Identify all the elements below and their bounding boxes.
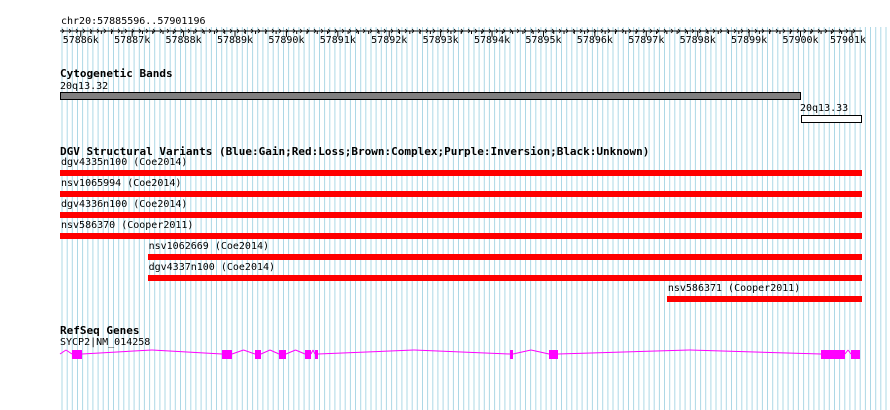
- variant-label: nsv586371 (Cooper2011): [667, 283, 801, 294]
- intron-line: [65, 349, 73, 355]
- exon-block: [279, 350, 286, 359]
- intron-line: [530, 349, 550, 355]
- variant-bar[interactable]: [666, 296, 862, 302]
- intron-line: [243, 349, 256, 355]
- exon-block: [851, 350, 860, 359]
- ruler-tick-label: 57895k: [525, 35, 562, 46]
- exon-block: [305, 350, 311, 359]
- cytoband-bar[interactable]: [60, 92, 801, 100]
- intron-line: [317, 349, 415, 355]
- ruler-tick-label: 57889k: [216, 35, 254, 46]
- ruler-tick-label: 57896k: [576, 35, 613, 46]
- ruler-tick-label: 57886k: [62, 35, 99, 46]
- ruler-tick-label: 57900k: [782, 35, 819, 46]
- variant-bar[interactable]: [60, 212, 862, 218]
- variant-label: nsv1065994 (Coe2014): [61, 178, 182, 189]
- coordinate-ruler[interactable]: [0, 0, 890, 60]
- cytoband-bar[interactable]: [800, 115, 862, 123]
- intron-line: [151, 349, 223, 355]
- intron-line: [844, 349, 849, 355]
- intron-line: [231, 349, 244, 355]
- track-title-cytogenetic-bands: Cytogenetic Bands: [60, 67, 173, 80]
- ruler-tick-label: 57894k: [473, 35, 511, 46]
- variant-bar[interactable]: [60, 233, 862, 239]
- exon-block: [315, 350, 318, 359]
- exon-block: [72, 350, 82, 359]
- intron-line: [285, 349, 296, 355]
- intron-line: [689, 349, 822, 355]
- ruler-tick-label: 57890k: [268, 35, 305, 46]
- variant-bar[interactable]: [60, 170, 862, 176]
- exon-block: [510, 350, 513, 359]
- intron-line: [557, 349, 690, 355]
- variant-label: nsv1062669 (Coe2014): [148, 241, 270, 252]
- exon-block: [821, 350, 845, 359]
- intron-line: [310, 349, 314, 355]
- track-title-refseq: RefSeq Genes: [60, 324, 140, 337]
- exon-block: [549, 350, 558, 359]
- intron-line: [847, 349, 852, 355]
- intron-line: [512, 349, 532, 355]
- ruler-tick-label: 57898k: [679, 35, 716, 46]
- variant-label: nsv586370 (Cooper2011): [61, 220, 194, 231]
- ruler-tick-label: 57887k: [114, 35, 151, 46]
- variant-bar[interactable]: [147, 254, 862, 260]
- intron-line: [269, 349, 280, 355]
- ruler-tick-label: 57899k: [731, 35, 768, 46]
- intron-line: [312, 349, 316, 355]
- intron-line: [59, 349, 67, 355]
- variant-label: dgv4337n100 (Coe2014): [148, 262, 276, 273]
- cytoband-label-secondary: 20q13.33: [800, 103, 849, 114]
- ruler-tick-label: 57888k: [165, 35, 202, 46]
- variant-bar[interactable]: [147, 275, 862, 281]
- intron-line: [81, 349, 153, 355]
- gene-model-sycp2[interactable]: [0, 345, 890, 365]
- cytoband-label-primary: 20q13.32: [60, 81, 109, 92]
- intron-line: [260, 349, 271, 355]
- exon-block: [255, 350, 261, 359]
- ruler-tick-label: 57891k: [319, 35, 356, 46]
- variant-bar[interactable]: [60, 191, 862, 197]
- variant-label: dgv4335n100 (Coe2014): [61, 157, 188, 168]
- exon-block: [222, 350, 232, 359]
- intron-line: [295, 349, 306, 355]
- ruler-tick-label: 57901k: [829, 35, 867, 46]
- ruler-tick-label: 57893k: [422, 35, 459, 46]
- ruler-tick-label: 57897k: [628, 35, 665, 46]
- ruler-tick-label: 57892k: [371, 35, 408, 46]
- intron-line: [413, 349, 511, 355]
- variant-label: dgv4336n100 (Coe2014): [61, 199, 188, 210]
